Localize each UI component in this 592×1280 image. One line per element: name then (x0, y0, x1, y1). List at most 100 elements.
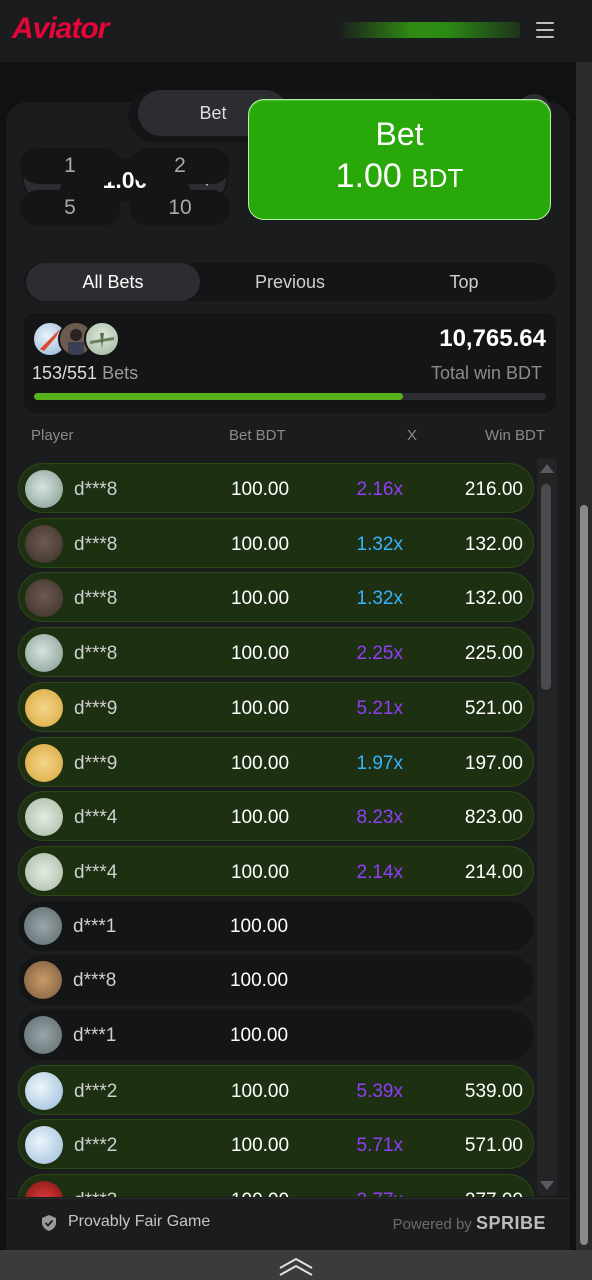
win-amount: 521.00 (464, 697, 523, 719)
table-row: d***9 100.00 1.97x 197.00 (18, 736, 534, 787)
win-amount: 214.00 (464, 861, 523, 883)
bets-count-label: Bets (102, 363, 139, 383)
table-row: d***3 100.00 2.77x 277.00 (18, 1174, 534, 1197)
bets-list-scroll-thumb[interactable] (541, 484, 551, 690)
powered-by-label: Powered by (392, 1216, 472, 1233)
tab-previous[interactable]: Previous (204, 263, 376, 301)
plane-avatar (84, 321, 120, 357)
bets-progress-fill (34, 393, 403, 400)
bets-count-value: 153/551 (32, 363, 98, 383)
total-win-value: 10,765.64 (439, 325, 546, 352)
bet-amount: 100.00 (230, 643, 290, 665)
player-name: d***1 (73, 1025, 117, 1046)
col-player: Player (31, 427, 74, 444)
scroll-up-icon[interactable] (540, 464, 554, 473)
page-scroll-thumb[interactable] (580, 505, 588, 1245)
bet-amount: 100.00 (229, 970, 289, 992)
win-amount: 216.00 (464, 479, 523, 500)
bet-amount: 100.00 (230, 752, 290, 774)
col-win: Win BDT (485, 427, 545, 444)
bet-button-currency: BDT (411, 163, 464, 193)
player-name: d***2 (74, 1135, 118, 1157)
multiplier: 5.39x (356, 1080, 403, 1102)
menu-icon[interactable] (536, 22, 554, 38)
table-row: d***8 100.00 1.32x 132.00 (18, 572, 534, 623)
multiplier: 2.77x (329, 1190, 403, 1197)
spribe-logo: SPRIBE (475, 1213, 546, 1233)
win-amount: 571.00 (464, 1135, 523, 1157)
powered-by: Powered by SPRIBE (393, 1213, 546, 1234)
win-amount: 132.00 (464, 588, 523, 610)
bet-amount: 100.00 (230, 479, 290, 500)
player-name: d***1 (73, 915, 117, 937)
bet-amount: 100.00 (230, 588, 290, 610)
bets-list: d***8 100.00 2.16x 216.00 d***8 100.00 1.32x 13… (18, 460, 536, 1197)
provably-fair-link[interactable]: Provably Fair Game (68, 1213, 210, 1231)
tab-all-bets[interactable]: All Bets (26, 263, 200, 301)
bets-tabs: All Bets Previous Top (24, 263, 556, 301)
table-row: d***4 100.00 8.23x 823.00 (18, 791, 534, 842)
money-avatar (25, 634, 63, 673)
bets-summary: 153/551 Bets 10,765.64 Total win BDT (24, 313, 556, 413)
bet-amount: 100.00 (230, 533, 290, 555)
pilot-avatar (25, 688, 63, 727)
player-name: d***2 (74, 1080, 118, 1102)
bet-amount: 100.00 (229, 1025, 289, 1046)
col-bet: Bet BDT (229, 427, 286, 444)
footer: Provably Fair Game Powered by SPRIBE (6, 1198, 570, 1250)
bets-progress (34, 393, 546, 400)
table-row: d***8 100.00 2.16x 216.00 (18, 463, 534, 513)
col-multiplier: X (407, 427, 418, 444)
tab-top[interactable]: Top (378, 263, 550, 301)
player-name: d***3 (74, 1190, 117, 1197)
multiplier: 1.97x (356, 752, 403, 774)
quick-amount-5[interactable]: 5 (20, 190, 120, 226)
balance-bar (338, 22, 520, 38)
sneaker-avatar (24, 906, 62, 945)
shield-check-icon (42, 1215, 56, 1231)
bet-amount: 100.00 (230, 807, 290, 829)
multiplier: 5.21x (356, 697, 403, 719)
bet-amount: 100.00 (229, 915, 289, 937)
table-row: d***8 100.00 1.32x 132.00 (18, 517, 534, 568)
multiplier: 2.25x (356, 643, 403, 665)
player-name: d***8 (74, 588, 118, 610)
win-amount: 277.00 (429, 1190, 523, 1197)
player-name: d***8 (73, 970, 117, 992)
person-avatar (25, 524, 63, 563)
win-amount: 132.00 (464, 533, 523, 555)
table-row: d***1 100.00 (18, 900, 534, 951)
rocket-avatar (25, 1126, 63, 1165)
lion-avatar (24, 961, 62, 1000)
plane-avatar (25, 798, 63, 837)
bets-list-scrollbar[interactable] (537, 458, 557, 1196)
rocket-avatar (25, 1071, 63, 1110)
bet-button-title: Bet (375, 116, 424, 152)
pilot-avatar (25, 743, 63, 782)
multiplier: 2.14x (356, 861, 403, 883)
table-row: d***1 100.00 (18, 1010, 534, 1060)
bet-button-amount-line: 1.00 BDT (249, 157, 550, 196)
scroll-down-icon[interactable] (540, 1181, 554, 1190)
sneaker-avatar (24, 1016, 62, 1054)
win-amount: 539.00 (464, 1080, 523, 1102)
bet-button[interactable]: Bet 1.00 BDT (248, 99, 551, 220)
bottom-bar (0, 1250, 592, 1280)
multiplier: 8.23x (356, 807, 403, 829)
table-row: d***8 100.00 (18, 955, 534, 1006)
table-row: d***8 100.00 2.25x 225.00 (18, 627, 534, 678)
table-row: d***4 100.00 2.14x 214.00 (18, 845, 534, 896)
person-avatar (25, 579, 63, 618)
multiplier: 2.16x (356, 479, 403, 500)
quick-amount-10[interactable]: 10 (130, 190, 230, 226)
bet-amount: 100.00 (230, 1135, 290, 1157)
quick-amount-2[interactable]: 2 (130, 148, 230, 184)
player-name: d***4 (74, 807, 118, 829)
bet-button-amount: 1.00 (335, 157, 402, 195)
aviator-logo: Aviator (12, 12, 109, 45)
avatar-stack (32, 321, 122, 361)
player-name: d***9 (74, 697, 118, 719)
player-name: d***9 (74, 752, 118, 774)
quick-amount-1[interactable]: 1 (20, 148, 120, 184)
chevron-up-icon[interactable] (278, 1256, 314, 1276)
